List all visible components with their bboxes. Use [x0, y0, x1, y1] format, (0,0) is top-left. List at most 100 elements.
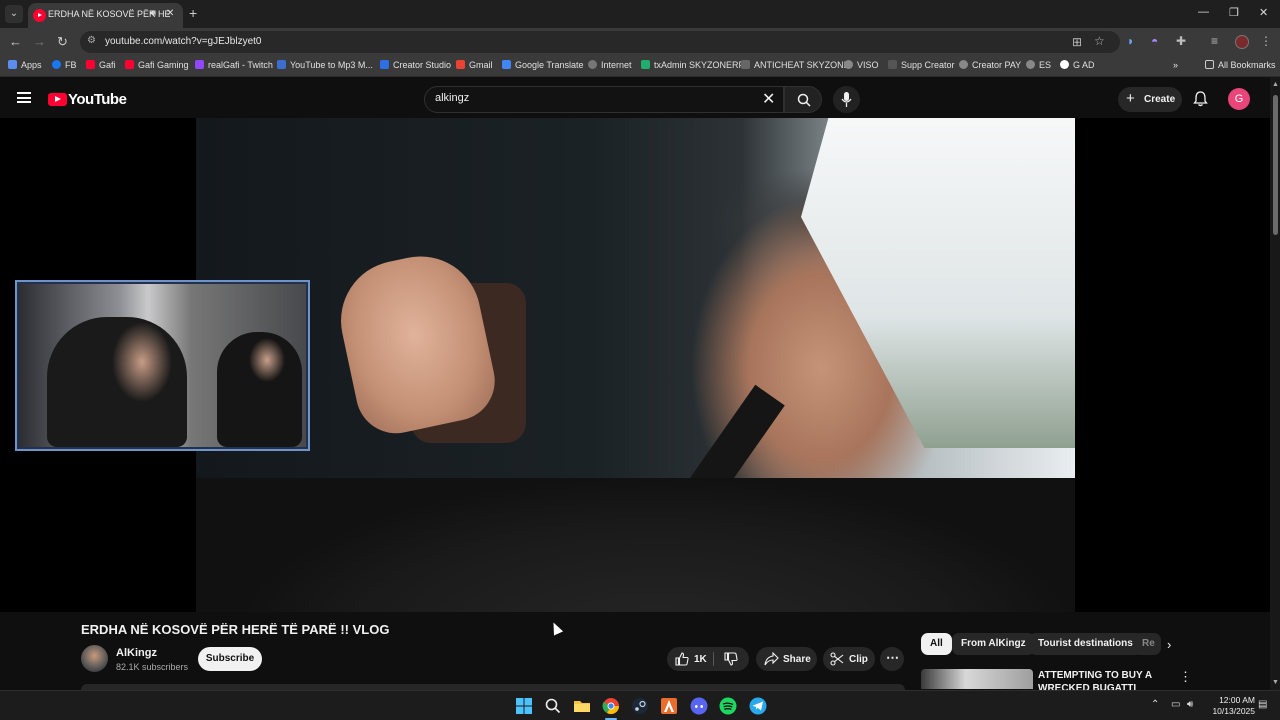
chip-all[interactable]: All: [921, 633, 952, 655]
bookmark-internet[interactable]: Internet: [588, 60, 632, 70]
bookmark-viso[interactable]: VISO: [844, 60, 879, 70]
like-count[interactable]: 1K: [694, 654, 707, 665]
subscribe-button[interactable]: Subscribe: [198, 647, 262, 671]
system-clock[interactable]: 12:00 AM 10/13/2025: [1205, 695, 1255, 717]
notification-center-icon[interactable]: ▤: [1258, 699, 1267, 710]
chrome-icon[interactable]: [601, 696, 621, 716]
share-arrow-icon: [764, 652, 779, 666]
youtube-logo-text[interactable]: YouTube: [68, 91, 127, 108]
extension-2-icon[interactable]: ◓: [1151, 34, 1158, 48]
webcam-person-right: [217, 332, 302, 447]
thumbs-down-icon[interactable]: [724, 652, 738, 666]
share-button[interactable]: Share: [756, 647, 817, 671]
bookmark-txadmin[interactable]: txAdmin SKYZONERP: [641, 60, 745, 70]
browser-toolbar: ← → ↻ ⚙ youtube.com/watch?v=gJEJblzyet0 …: [0, 28, 1280, 56]
bookmark-g-ad[interactable]: G AD: [1060, 60, 1095, 70]
bookmarks-overflow-icon[interactable]: »: [1173, 60, 1178, 70]
video-frame[interactable]: [196, 118, 1075, 612]
windows-start-icon[interactable]: [514, 696, 534, 716]
file-explorer-icon[interactable]: [572, 696, 592, 716]
restore-icon[interactable]: ❐: [1229, 6, 1239, 19]
person-hand: [329, 245, 503, 441]
tray-overflow-icon[interactable]: ⌃: [1151, 699, 1159, 710]
bookmark-gafi-gaming[interactable]: Gafi Gaming: [125, 60, 189, 70]
telegram-icon[interactable]: [748, 696, 768, 716]
reload-icon[interactable]: ↻: [57, 34, 68, 50]
all-bookmarks[interactable]: All Bookmarks: [1205, 60, 1276, 70]
video-player[interactable]: [0, 118, 1270, 612]
bookmark-google-translate[interactable]: Google Translate: [502, 60, 584, 70]
minimize-icon[interactable]: —: [1198, 6, 1209, 18]
spotify-icon[interactable]: [718, 696, 738, 716]
recommended-title[interactable]: ATTEMPTING TO BUY A WRECKED BUGATTI CHIR…: [1038, 669, 1168, 690]
bookmark-creator-studio[interactable]: Creator Studio: [380, 60, 451, 70]
search-clear-icon[interactable]: ✕: [762, 89, 775, 109]
download-icon: [277, 60, 286, 69]
tab-close-icon[interactable]: ✕: [166, 8, 174, 19]
bookmark-anticheat[interactable]: ANTICHEAT SKYZONE: [741, 60, 850, 70]
network-icon[interactable]: ▭: [1171, 699, 1180, 710]
search-button[interactable]: [784, 86, 822, 113]
voice-search-button[interactable]: [833, 86, 860, 113]
chip-from-channel[interactable]: From AlKingz: [952, 633, 1035, 655]
bookmarks-bar: Apps FB Gafi Gafi Gaming realGafi - Twit…: [0, 56, 1280, 77]
menu-icon[interactable]: [17, 92, 31, 103]
address-bar[interactable]: ⚙ youtube.com/watch?v=gJEJblzyet0 ⊞ ☆: [80, 31, 1120, 53]
bookmark-gmail[interactable]: Gmail: [456, 60, 493, 70]
chip-partial[interactable]: Re: [1133, 633, 1161, 655]
site-info-icon[interactable]: ⚙: [87, 35, 96, 46]
recommended-menu-icon[interactable]: ⋮: [1179, 669, 1192, 685]
browser-profile-avatar[interactable]: [1235, 35, 1249, 49]
bookmark-es[interactable]: ES: [1026, 60, 1051, 70]
chip-tourist-destinations[interactable]: Tourist destinations: [1029, 633, 1142, 655]
bookmark-apps[interactable]: Apps: [8, 60, 42, 70]
tab-search-icon[interactable]: ⌄: [5, 5, 23, 23]
chevron-right-icon[interactable]: ›: [1167, 637, 1171, 652]
search-input[interactable]: [435, 92, 755, 104]
chrome-menu-icon[interactable]: ⋮: [1260, 34, 1272, 48]
bookmark-supp-creator[interactable]: Supp Creator: [888, 60, 955, 70]
more-actions-button[interactable]: ⋯: [880, 647, 904, 671]
speaker-icon[interactable]: 🔊︎: [150, 8, 156, 19]
discord-icon[interactable]: [689, 696, 709, 716]
txadmin-icon: [641, 60, 650, 69]
globe-icon: [844, 60, 853, 69]
scroll-up-icon[interactable]: ▲: [1272, 81, 1279, 88]
search-box[interactable]: [424, 86, 784, 113]
window-close-icon[interactable]: ✕: [1259, 6, 1268, 19]
bookmark-gafi[interactable]: Gafi: [86, 60, 116, 70]
volume-icon[interactable]: 🔊︎: [1187, 699, 1193, 710]
extension-icon[interactable]: ◗: [1127, 34, 1134, 48]
channel-name[interactable]: AlKingz: [116, 647, 157, 659]
bookmark-yt-mp3[interactable]: YouTube to Mp3 M...: [277, 60, 373, 70]
browser-tab[interactable]: ERDHA NË KOSOVË PËR HERË TË PARË !! VLOG…: [28, 3, 183, 28]
bookmark-twitch[interactable]: realGafi - Twitch: [195, 60, 273, 70]
youtube-favicon-icon: [33, 9, 46, 22]
create-label: Create: [1144, 94, 1176, 105]
thumbs-up-icon[interactable]: [675, 652, 689, 666]
channel-avatar[interactable]: [81, 645, 108, 672]
bookmark-star-icon[interactable]: ☆: [1094, 34, 1105, 48]
game-launcher-icon[interactable]: [659, 696, 679, 716]
forward-icon[interactable]: →: [33, 34, 46, 49]
scroll-down-icon[interactable]: ▼: [1272, 679, 1279, 686]
install-app-icon[interactable]: ⊞: [1072, 35, 1082, 49]
search-icon[interactable]: [543, 696, 563, 716]
like-divider: [713, 652, 714, 666]
notifications-bell-icon[interactable]: [1193, 91, 1208, 107]
new-tab-icon[interactable]: +: [189, 5, 197, 21]
page-scrollbar[interactable]: ▲ ▼: [1270, 77, 1280, 690]
recommended-thumbnail[interactable]: [921, 669, 1033, 689]
extensions-puzzle-icon[interactable]: ✚: [1176, 34, 1186, 48]
car-window: [801, 118, 1075, 448]
account-avatar[interactable]: G: [1228, 88, 1250, 110]
create-button[interactable]: + Create: [1118, 87, 1182, 112]
steam-icon[interactable]: [630, 696, 650, 716]
bookmark-creator-pay[interactable]: Creator PAY: [959, 60, 1021, 70]
scrollbar-thumb[interactable]: [1273, 95, 1278, 235]
media-controls-icon[interactable]: ≡: [1211, 34, 1218, 48]
clip-button[interactable]: Clip: [823, 647, 875, 671]
back-icon[interactable]: ←: [9, 34, 22, 49]
bookmark-fb[interactable]: FB: [52, 60, 77, 70]
youtube-logo-icon[interactable]: [48, 93, 67, 106]
